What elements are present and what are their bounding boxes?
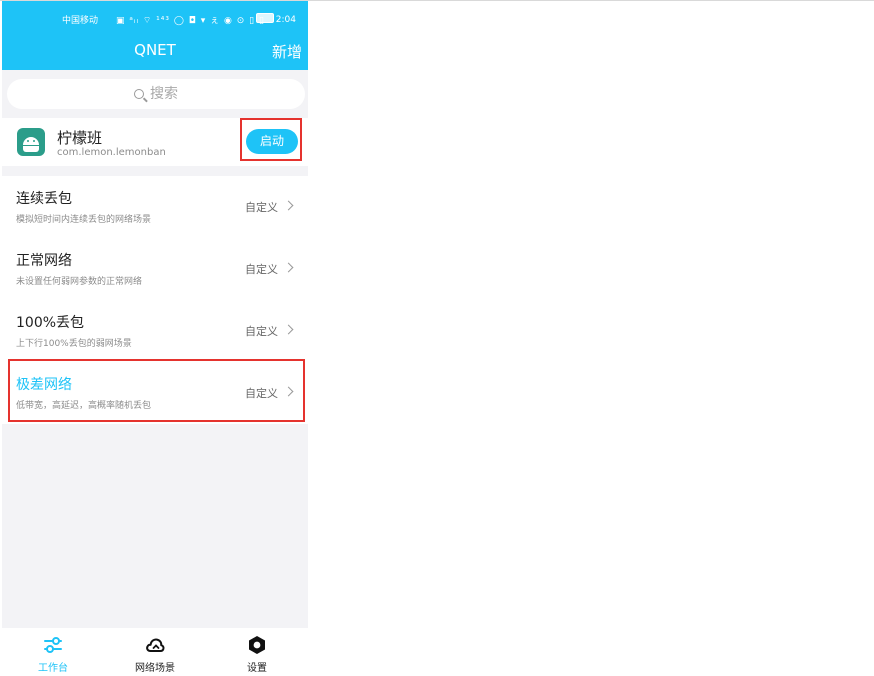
scenario-item-full-loss[interactable]: 100%丢包 上下行100%丢包的弱网场景 自定义	[2, 300, 308, 362]
carrier-name: 中国移动	[62, 16, 99, 26]
hexagon-gear-icon	[249, 636, 265, 654]
scenario-title: 100%丢包	[16, 315, 85, 331]
bottom-tab-bar: 工作台 网络场景 设置	[2, 628, 308, 676]
search-placeholder: 搜索	[150, 86, 178, 102]
scenario-desc: 模拟短时间内连续丢包的网络场景	[16, 215, 152, 225]
search-icon	[134, 89, 144, 99]
search-bar[interactable]: 搜索	[7, 79, 305, 109]
tab-label: 网络场景	[135, 663, 175, 674]
chevron-right-icon	[283, 324, 294, 335]
tab-label: 设置	[247, 663, 267, 674]
scenario-title: 正常网络	[16, 253, 72, 269]
scenario-item-poor[interactable]: 极差网络 低带宽，高延迟，高概率随机丢包 自定义	[2, 362, 308, 424]
customize-link[interactable]: 自定义	[245, 323, 278, 339]
scenario-desc: 低带宽，高延迟，高概率随机丢包	[16, 401, 152, 411]
tab-settings[interactable]: 设置	[206, 628, 308, 676]
start-button[interactable]: 启动	[246, 129, 298, 154]
status-time: 2:04	[275, 15, 296, 25]
app-package: com.lemon.lemonban	[57, 147, 166, 158]
scenario-item-continuous-loss[interactable]: 连续丢包 模拟短时间内连续丢包的网络场景 自定义	[2, 176, 308, 238]
tab-label: 工作台	[38, 663, 68, 674]
phone-screen: 中国移动 ▣ ᵃᵢₗ ⌔ ¹⁴³ ◯ ◘ ▾ ぇ ◉ ⊙ ▯ ▯ 2:04 QN…	[2, 1, 308, 676]
page-title: QNET	[134, 41, 176, 59]
add-button[interactable]: 新增	[272, 41, 302, 62]
status-time-group: 2:04	[255, 13, 296, 25]
scenario-title: 连续丢包	[16, 191, 72, 207]
status-icons: ▣ ᵃᵢₗ ⌔ ¹⁴³ ◯ ◘ ▾ ぇ ◉ ⊙ ▯ ▯	[116, 16, 265, 26]
chevron-right-icon	[283, 386, 294, 397]
scenario-desc: 上下行100%丢包的弱网场景	[16, 339, 132, 349]
battery-icon	[255, 13, 274, 23]
sliders-icon	[44, 637, 62, 653]
tab-workbench[interactable]: 工作台	[2, 628, 104, 676]
tab-network-scenes[interactable]: 网络场景	[104, 628, 206, 676]
android-icon	[17, 128, 45, 156]
scenario-list: 连续丢包 模拟短时间内连续丢包的网络场景 自定义 正常网络 未设置任何弱网参数的…	[2, 176, 308, 424]
status-bar: 中国移动 ▣ ᵃᵢₗ ⌔ ¹⁴³ ◯ ◘ ▾ ぇ ◉ ⊙ ▯ ▯ 2:04	[2, 11, 302, 27]
customize-link[interactable]: 自定义	[245, 385, 278, 401]
app-header: 中国移动 ▣ ᵃᵢₗ ⌔ ¹⁴³ ◯ ◘ ▾ ぇ ◉ ⊙ ▯ ▯ 2:04 QN…	[2, 1, 308, 70]
app-name: 柠檬班	[57, 129, 103, 147]
scenario-title: 极差网络	[16, 377, 72, 393]
chevron-right-icon	[283, 200, 294, 211]
scenario-desc: 未设置任何弱网参数的正常网络	[16, 277, 143, 287]
customize-link[interactable]: 自定义	[245, 261, 278, 277]
cloud-icon	[146, 638, 165, 652]
customize-link[interactable]: 自定义	[245, 199, 278, 215]
chevron-right-icon	[283, 262, 294, 273]
scenario-item-normal[interactable]: 正常网络 未设置任何弱网参数的正常网络 自定义	[2, 238, 308, 300]
